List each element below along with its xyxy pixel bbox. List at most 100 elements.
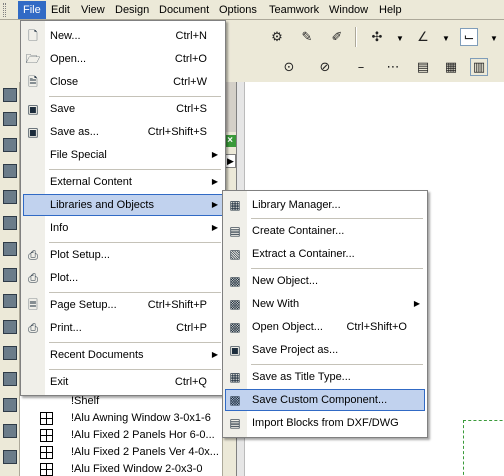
save-disk-icon: ▣ (27, 102, 39, 116)
arrow-tool-icon[interactable] (3, 88, 17, 102)
column-tool-icon[interactable] (3, 164, 17, 178)
menu-separator (49, 342, 221, 343)
menu-item-open[interactable]: 🗁 Open... Ctrl+O (21, 48, 225, 70)
roof-tool-icon[interactable] (3, 320, 17, 334)
menu-item-save-project-as[interactable]: ▣ Save Project as... (223, 339, 427, 361)
hatch-icon[interactable]: ▤ (414, 58, 432, 76)
menu-view[interactable]: View (76, 1, 110, 19)
page-setup-icon: 🗏 (28, 298, 38, 312)
menu-design[interactable]: Design (110, 1, 154, 19)
menu-item-plot[interactable]: ⎙ Plot... (21, 267, 225, 289)
chevron-down-icon[interactable]: ▼ (490, 34, 498, 43)
plotter-icon: ⎙ (28, 271, 38, 285)
mesh-tool-icon[interactable] (3, 398, 17, 412)
menu-item-new[interactable]: 🗋 New... Ctrl+N (21, 25, 225, 47)
menubar-grip[interactable] (3, 3, 6, 17)
list-item-label: !Alu Fixed Window 2-0x3-0 (71, 463, 203, 475)
menu-teamwork[interactable]: Teamwork (264, 1, 324, 19)
menu-options[interactable]: Options (214, 1, 262, 19)
menu-item-save-as[interactable]: ▣ Save as... Ctrl+Shift+S (21, 121, 225, 143)
window-object-icon (40, 463, 53, 476)
chevron-right-icon: ▶ (211, 350, 218, 359)
chevron-right-icon[interactable]: ▶ (225, 154, 236, 168)
slab-tool-icon[interactable] (3, 294, 17, 308)
menu-separator (49, 369, 221, 370)
menu-item-exit[interactable]: Exit Ctrl+Q (21, 371, 225, 393)
menu-item-libraries-and-objects[interactable]: Libraries and Objects ▶ (23, 194, 223, 216)
snap-icon[interactable]: ✣ (368, 28, 386, 46)
menu-file[interactable]: File (18, 1, 46, 19)
list-item[interactable]: !Alu Fixed Window 2-0x3-0 (20, 461, 222, 476)
menu-edit[interactable]: Edit (46, 1, 75, 19)
menu-separator (251, 268, 423, 269)
menu-item-save[interactable]: ▣ Save Ctrl+S (21, 98, 225, 120)
menu-item-library-manager[interactable]: ▦ Library Manager... (223, 194, 427, 216)
marquee-tool-icon[interactable] (3, 112, 17, 126)
extract-container-icon: ▧ (229, 247, 241, 261)
view-icon[interactable]: ⊘ (316, 58, 334, 76)
menu-separator (49, 169, 221, 170)
menu-item-close[interactable]: 🗎 Close Ctrl+W (21, 71, 225, 93)
dash-icon[interactable]: – (352, 58, 370, 76)
list-item[interactable]: !Alu Fixed 2 Panels Hor 6-0... (20, 427, 222, 444)
menu-document[interactable]: Document (154, 1, 214, 19)
eyedropper-icon[interactable]: ✎ (298, 28, 316, 46)
import-blocks-icon: ▤ (229, 416, 241, 430)
window-tool-icon[interactable] (3, 216, 17, 230)
menu-help[interactable]: Help (374, 1, 407, 19)
printer-icon: ⎙ (28, 321, 38, 335)
toolbox-palette (0, 82, 20, 476)
menu-item-external-content[interactable]: External Content ▶ (21, 171, 225, 193)
libraries-and-objects-submenu: ▦ Library Manager... ▤ Create Container.… (222, 190, 428, 438)
window-object-icon (40, 412, 53, 425)
menu-item-info[interactable]: Info ▶ (21, 217, 225, 239)
chevron-down-icon[interactable]: ▼ (442, 34, 450, 43)
menu-item-save-custom-component[interactable]: ▩ Save Custom Component... (225, 389, 425, 411)
menu-separator (49, 242, 221, 243)
menu-item-print[interactable]: ⎙ Print... Ctrl+P (21, 317, 225, 339)
close-document-icon: 🗎 (28, 75, 38, 89)
beam-tool-icon[interactable] (3, 190, 17, 204)
layer-combo-icon[interactable]: ⌙ (460, 28, 478, 46)
new-object-icon: ▩ (229, 274, 241, 288)
door-tool-icon[interactable] (3, 242, 17, 256)
chevron-down-icon[interactable]: ▼ (396, 34, 404, 43)
pattern-icon[interactable]: ▥ (470, 58, 488, 76)
menu-item-page-setup[interactable]: 🗏 Page Setup... Ctrl+Shift+P (21, 294, 225, 316)
fill-icon[interactable]: ▦ (442, 58, 460, 76)
menu-item-extract-container[interactable]: ▧ Extract a Container... (223, 243, 427, 265)
menu-item-open-object[interactable]: ▩ Open Object... Ctrl+Shift+O (223, 316, 427, 338)
window-object-icon (40, 446, 53, 459)
list-item-label: !Alu Fixed 2 Panels Hor 6-0... (71, 429, 215, 441)
menu-item-recent-documents[interactable]: Recent Documents ▶ (21, 344, 225, 366)
zone-tool-icon[interactable] (3, 424, 17, 438)
menu-item-import-blocks[interactable]: ▤ Import Blocks from DXF/DWG (223, 412, 427, 434)
list-item[interactable]: !Alu Fixed 2 Panels Ver 4-0x... (20, 444, 222, 461)
chevron-right-icon: ▶ (211, 200, 218, 209)
angle-icon[interactable]: ∠ (414, 28, 432, 46)
inject-icon[interactable]: ✐ (328, 28, 346, 46)
wall-tool-icon[interactable] (3, 138, 17, 152)
menu-bar: File Edit View Design Document Options T… (0, 0, 504, 20)
menu-window[interactable]: Window (324, 1, 373, 19)
list-item-label: !Alu Fixed 2 Panels Ver 4-0x... (71, 446, 219, 458)
stair-tool-icon[interactable] (3, 346, 17, 360)
menu-separator (251, 218, 423, 219)
menu-item-plot-setup[interactable]: ⎙ Plot Setup... (21, 244, 225, 266)
object-tool-icon[interactable] (3, 268, 17, 282)
menu-item-new-object[interactable]: ▩ New Object... (223, 270, 427, 292)
list-item[interactable]: !Alu Awning Window 3-0x1-6 (20, 410, 222, 427)
menu-item-save-as-title-type[interactable]: ▦ Save as Title Type... (223, 366, 427, 388)
menu-separator (49, 292, 221, 293)
dotted-line-icon[interactable]: ⋯ (384, 58, 402, 76)
file-menu: 🗋 New... Ctrl+N 🗁 Open... Ctrl+O 🗎 Close… (20, 20, 226, 396)
menu-separator (49, 96, 221, 97)
menu-item-create-container[interactable]: ▤ Create Container... (223, 220, 427, 242)
magic-wand-icon[interactable]: ⚙ (268, 28, 286, 46)
chevron-right-icon: ▶ (211, 150, 218, 159)
lamp-tool-icon[interactable] (3, 372, 17, 386)
curtain-wall-tool-icon[interactable] (3, 450, 17, 464)
menu-item-file-special[interactable]: File Special ▶ (21, 144, 225, 166)
pen-set-icon[interactable]: ⊙ (280, 58, 298, 76)
menu-item-new-with[interactable]: ▩ New With ▶ (223, 293, 427, 315)
